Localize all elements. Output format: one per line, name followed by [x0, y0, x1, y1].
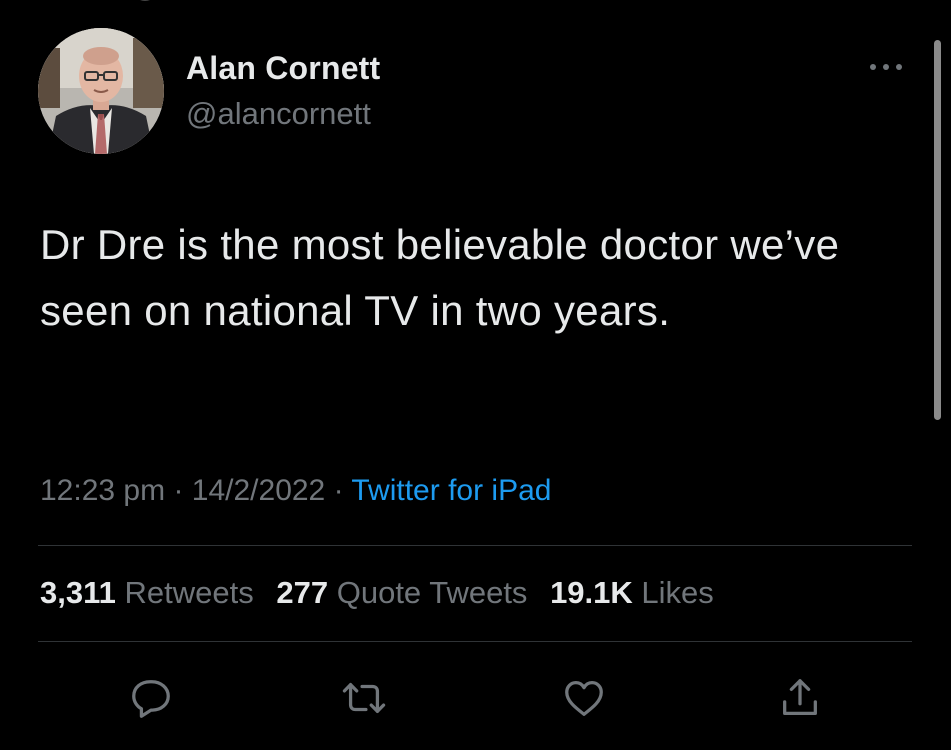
like-button[interactable] — [554, 668, 614, 728]
share-icon — [783, 679, 817, 715]
divider — [38, 545, 912, 546]
user-handle[interactable]: @alancornett — [186, 96, 371, 132]
tweet-detail-page: Alan Cornett @alancornett Dr Dre is the … — [0, 0, 951, 750]
retweet-button[interactable] — [334, 668, 394, 728]
likes-label: Likes — [641, 575, 714, 610]
tweet-action-bar — [0, 668, 951, 728]
more-options-button[interactable] — [862, 52, 910, 82]
tweet-stats: 3,311 Retweets 277 Quote Tweets 19.1K Li… — [40, 575, 728, 611]
meta-separator: · — [173, 474, 184, 507]
tweet-time[interactable]: 12:23 pm — [40, 474, 165, 507]
quote-tweets-stat[interactable]: 277 Quote Tweets — [276, 575, 527, 610]
retweets-count: 3,311 — [40, 575, 116, 610]
tweet-text: Dr Dre is the most believable doctor we’… — [40, 221, 840, 334]
tweet-metadata: 12:23 pm · 14/2/2022 · Twitter for iPad — [40, 474, 551, 508]
quote-tweets-label: Quote Tweets — [336, 575, 528, 610]
reply-button[interactable] — [121, 668, 181, 728]
more-dots-icon — [870, 64, 902, 70]
tweet-date[interactable]: 14/2/2022 — [192, 474, 325, 507]
tweet-source-link[interactable]: Twitter for iPad — [351, 474, 551, 507]
reply-icon — [132, 680, 170, 718]
likes-stat[interactable]: 19.1K Likes — [550, 575, 714, 610]
display-name[interactable]: Alan Cornett — [186, 50, 380, 87]
meta-separator: · — [333, 474, 344, 507]
likes-count: 19.1K — [550, 575, 633, 610]
scrollbar-thumb[interactable] — [934, 40, 941, 420]
clipped-top-content — [140, 0, 150, 1]
share-button[interactable] — [770, 668, 830, 728]
retweet-icon — [342, 682, 386, 714]
avatar-photo — [38, 28, 164, 154]
quote-tweets-count: 277 — [276, 575, 329, 610]
retweets-label: Retweets — [124, 575, 254, 610]
heart-icon — [565, 681, 603, 716]
divider — [38, 641, 912, 642]
retweets-stat[interactable]: 3,311 Retweets — [40, 575, 254, 610]
avatar[interactable] — [38, 28, 164, 154]
